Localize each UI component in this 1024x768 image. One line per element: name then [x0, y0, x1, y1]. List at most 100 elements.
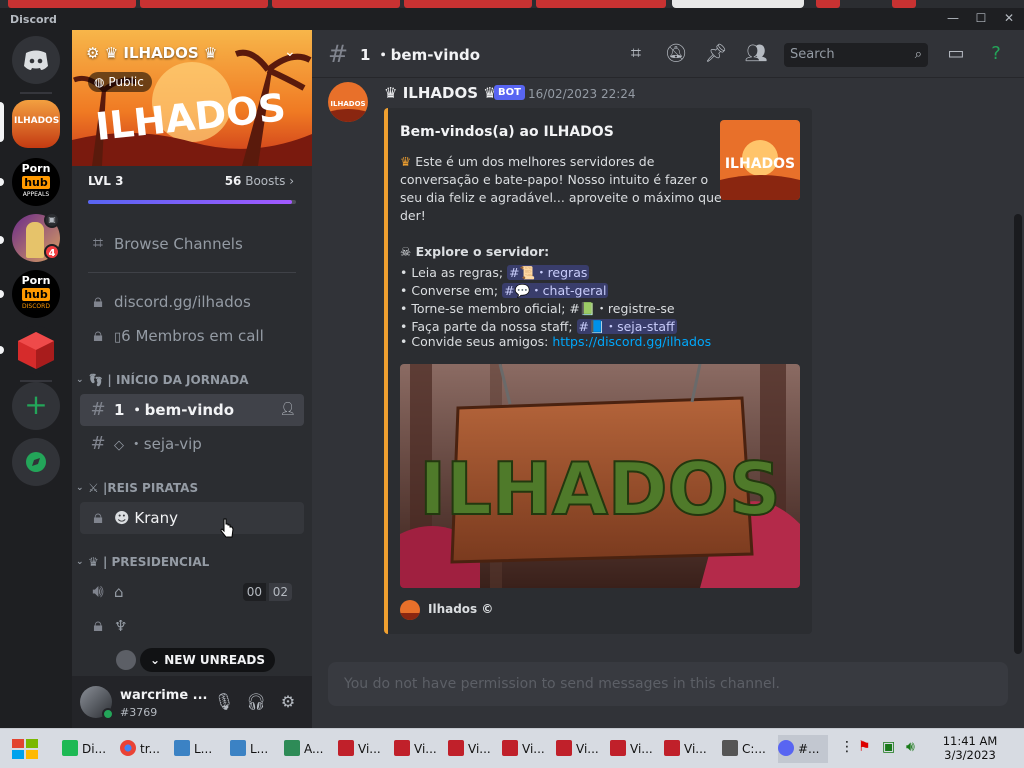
- voice-user-limit: 02: [268, 583, 292, 601]
- taskbar-clock[interactable]: 11:41 AM 3/3/2023: [938, 734, 1002, 762]
- new-unreads-button[interactable]: ⌄ NEW UNREADS: [140, 648, 276, 672]
- browse-channels[interactable]: ⌗ Browse Channels: [80, 228, 304, 260]
- maximize-button[interactable]: ☐: [972, 11, 990, 27]
- channel-seja-vip[interactable]: # ◇ ・seja-vip: [80, 428, 304, 460]
- explore-servers-icon[interactable]: [12, 438, 60, 486]
- add-member-icon[interactable]: 👤︎: [279, 394, 296, 426]
- windows-start-icon[interactable]: [8, 735, 44, 763]
- taskbar-item[interactable]: L...: [230, 735, 280, 763]
- category-label: | INÍCIO DA JORNADA: [107, 373, 249, 387]
- category-reis-piratas[interactable]: ⌄ ⚔ |REIS PIRATAS: [76, 478, 308, 498]
- voice-channel-home[interactable]: 🔊︎ ⌂ 00 02: [80, 576, 304, 608]
- server-name[interactable]: ⚙ ♛ ILHADOS ♛: [86, 44, 217, 62]
- taskbar-item[interactable]: Vi...: [664, 735, 714, 763]
- server-porn-hub-appeals[interactable]: Porn hub APPEALS: [12, 158, 60, 206]
- server-label-sub: DISCORD: [22, 303, 50, 310]
- taskbar-label: Di...: [82, 742, 107, 756]
- voice-user-count: 00: [242, 583, 266, 601]
- embed-thumbnail[interactable]: ILHADOS: [720, 120, 800, 200]
- video-app-icon: [610, 740, 626, 756]
- taskbar-label: Vi...: [576, 742, 599, 756]
- crown-emoji-icon: ♛: [400, 154, 412, 169]
- taskbar-item[interactable]: Vi...: [610, 735, 660, 763]
- composer-placeholder: You do not have permission to send messa…: [344, 676, 780, 692]
- channel-sidebar: ILHADOS ⚙ ♛ ILHADOS ♛ ⌄ ◍ Public LVL 3 5…: [72, 30, 312, 728]
- channel-mention-regras[interactable]: #📜・regras: [507, 265, 590, 280]
- boost-progress-fill: [88, 200, 292, 204]
- taskbar-item[interactable]: Vi...: [502, 735, 552, 763]
- channel-label: discord.gg/ilhados: [114, 293, 251, 311]
- taskbar-item[interactable]: Vi...: [394, 735, 444, 763]
- embed-image[interactable]: ILHADOS: [400, 364, 800, 588]
- members-icon[interactable]: 👥︎: [744, 42, 768, 66]
- search-placeholder: Search: [790, 47, 835, 62]
- channel-invite[interactable]: 🔒︎ discord.gg/ilhados: [80, 286, 304, 318]
- message-author[interactable]: ♛ ILHADOS ♛: [384, 84, 497, 102]
- server-roblox-cube[interactable]: [12, 326, 60, 374]
- search-input[interactable]: Search ⌕: [784, 43, 928, 67]
- boost-progress-panel[interactable]: LVL 3 56 Boosts ›: [72, 166, 312, 226]
- browser-tab-strip: [0, 0, 1024, 8]
- embed-list-item: • Converse em; #💬・chat-geral: [400, 280, 609, 299]
- chat-scrollbar[interactable]: [1014, 214, 1022, 654]
- hashtag-icon: #: [90, 433, 106, 454]
- pin-icon[interactable]: 📌︎: [704, 42, 728, 66]
- mute-bell-icon[interactable]: 🔕︎: [664, 42, 688, 66]
- taskbar-item[interactable]: L...: [174, 735, 224, 763]
- volume-icon[interactable]: 🔊︎: [906, 739, 915, 755]
- channel-bem-vindo[interactable]: # 1 ・bem-vindo 👤︎: [80, 394, 304, 426]
- taskbar-item[interactable]: C:...: [722, 735, 772, 763]
- channel-members-call[interactable]: 🔒︎ ▯6 Membros em call: [80, 320, 304, 352]
- close-button[interactable]: ✕: [1000, 11, 1018, 27]
- sidebar-divider: [88, 272, 296, 273]
- message-author-avatar[interactable]: ILHADOS: [328, 82, 368, 122]
- taskbar-item[interactable]: tr...: [120, 735, 170, 763]
- channel-label: Krany: [134, 509, 179, 527]
- taskbar-label: Vi...: [358, 742, 381, 756]
- locked-channel-trident[interactable]: 🔒︎ ♆: [80, 610, 304, 642]
- chevron-down-icon: ⌄: [76, 557, 84, 567]
- settings-gear-icon[interactable]: ⚙: [276, 690, 300, 714]
- pirate-flag-icon: ☠: [400, 244, 412, 259]
- headphones-icon[interactable]: 🎧︎: [244, 690, 268, 714]
- category-inicio-jornada[interactable]: ⌄ 👣︎ | INÍCIO DA JORNADA: [76, 370, 308, 390]
- inbox-icon[interactable]: ▭: [944, 42, 968, 66]
- taskbar-item[interactable]: Vi...: [448, 735, 498, 763]
- taskbar-item-discord[interactable]: #...: [778, 735, 828, 763]
- taskbar-label: L...: [250, 742, 269, 756]
- category-presidencial[interactable]: ⌄ ♛ | PRESIDENCIAL: [76, 552, 308, 572]
- user-tag: #3769: [120, 706, 158, 719]
- threads-icon[interactable]: ⌗: [624, 42, 648, 66]
- network-icon[interactable]: ▣: [882, 739, 895, 755]
- speaker-icon: 🔊︎: [92, 581, 104, 602]
- spotify-icon: [62, 740, 78, 756]
- discord-home-button[interactable]: [12, 36, 60, 84]
- server-ilhados[interactable]: ILHADOS: [12, 100, 60, 148]
- taskbar-item[interactable]: Vi...: [338, 735, 388, 763]
- taskbar-label: Vi...: [414, 742, 437, 756]
- tray-overflow-icon[interactable]: ⋮: [840, 739, 854, 755]
- microphone-icon[interactable]: 🎙︎: [212, 690, 236, 714]
- add-server-icon[interactable]: +: [12, 382, 60, 430]
- browse-channels-label: Browse Channels: [114, 235, 243, 253]
- hashtag-icon: #: [328, 40, 349, 68]
- channel-krany[interactable]: 🔒︎ ☻ Krany: [80, 502, 304, 534]
- message-composer[interactable]: You do not have permission to send messa…: [328, 662, 1008, 706]
- video-app-icon: [448, 740, 464, 756]
- mention-badge: 4: [44, 244, 60, 260]
- mask-icon: ☻: [114, 509, 130, 527]
- minimize-button[interactable]: —: [944, 11, 962, 27]
- server-porn-hub-discord[interactable]: Porn hub DISCORD: [12, 270, 60, 318]
- taskbar-item[interactable]: Vi...: [556, 735, 606, 763]
- username[interactable]: warcrime ...: [120, 688, 207, 703]
- channel-mention-seja-staff[interactable]: #📘・seja-staff: [576, 319, 677, 334]
- taskbar-item[interactable]: Di...: [62, 735, 112, 763]
- server-banner[interactable]: ILHADOS ⚙ ♛ ILHADOS ♛ ⌄ ◍ Public: [72, 30, 312, 166]
- chevron-down-icon[interactable]: ⌄: [284, 44, 296, 60]
- help-icon[interactable]: ?: [984, 42, 1008, 66]
- taskbar-item[interactable]: A...: [284, 735, 334, 763]
- embed-intro-line: der!: [400, 208, 426, 223]
- flag-icon[interactable]: ⚑: [858, 739, 871, 755]
- channel-mention-chat-geral[interactable]: #💬・chat-geral: [502, 283, 609, 298]
- invite-link[interactable]: https://discord.gg/ilhados: [552, 334, 711, 349]
